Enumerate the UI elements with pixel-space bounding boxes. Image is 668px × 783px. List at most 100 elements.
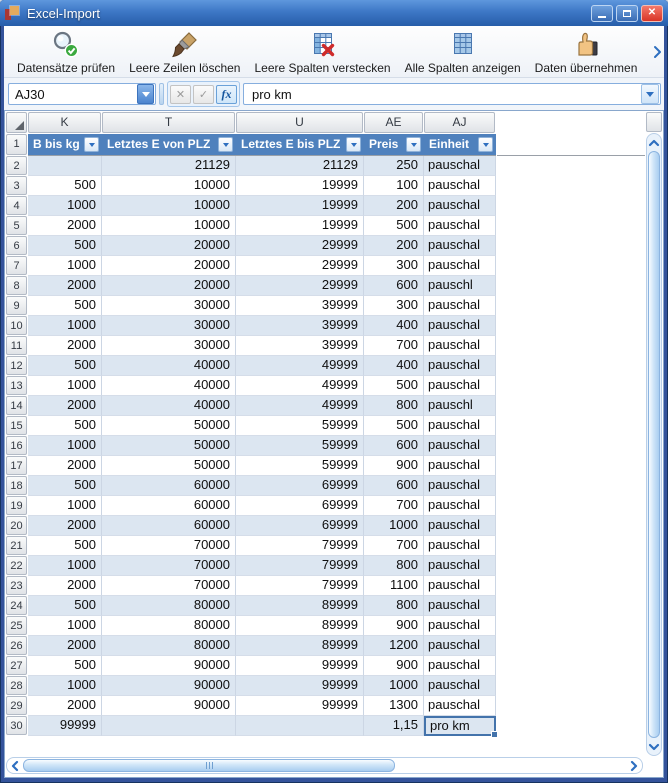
row-header-28[interactable]: 28 <box>6 676 27 695</box>
cell-AJ11[interactable]: pauschal <box>424 336 496 356</box>
cell-AJ26[interactable]: pauschal <box>424 636 496 656</box>
maximize-button[interactable] <box>616 4 638 22</box>
scroll-down-button[interactable] <box>647 739 661 754</box>
cell-K26[interactable]: 2000 <box>28 636 102 656</box>
cell-AJ5[interactable]: pauschal <box>424 216 496 236</box>
cell-AE15[interactable]: 500 <box>364 416 424 436</box>
row-header-7[interactable]: 7 <box>6 256 27 275</box>
column-header-AE[interactable]: AE <box>364 112 423 133</box>
name-box-dropdown-button[interactable] <box>137 84 154 104</box>
cell-AJ30[interactable]: pro km <box>424 716 498 738</box>
insert-function-button[interactable]: fx <box>216 84 237 104</box>
cell-U24[interactable]: 89999 <box>236 596 364 616</box>
cell-AJ2[interactable]: pauschal <box>424 156 496 176</box>
cell-U13[interactable]: 49999 <box>236 376 364 396</box>
hide-empty-columns-button[interactable]: Leere Spalten verstecken <box>247 28 397 76</box>
cell-T24[interactable]: 80000 <box>102 596 236 616</box>
cell-T29[interactable]: 90000 <box>102 696 236 716</box>
cell-U19[interactable]: 69999 <box>236 496 364 516</box>
row-header-19[interactable]: 19 <box>6 496 27 515</box>
cell-T8[interactable]: 20000 <box>102 276 236 296</box>
cell-AJ28[interactable]: pauschal <box>424 676 496 696</box>
cell-T28[interactable]: 90000 <box>102 676 236 696</box>
cell-T27[interactable]: 90000 <box>102 656 236 676</box>
cell-AE27[interactable]: 900 <box>364 656 424 676</box>
cell-K7[interactable]: 1000 <box>28 256 102 276</box>
cell-U26[interactable]: 89999 <box>236 636 364 656</box>
cell-U11[interactable]: 39999 <box>236 336 364 356</box>
row-header-26[interactable]: 26 <box>6 636 27 655</box>
cell-K25[interactable]: 1000 <box>28 616 102 636</box>
scroll-right-button[interactable] <box>627 758 641 773</box>
cell-U2[interactable]: 21129 <box>236 156 364 176</box>
cell-K28[interactable]: 1000 <box>28 676 102 696</box>
cell-AE9[interactable]: 300 <box>364 296 424 316</box>
column-header-K[interactable]: K <box>28 112 101 133</box>
row-header-11[interactable]: 11 <box>6 336 27 355</box>
cell-AJ15[interactable]: pauschal <box>424 416 496 436</box>
row-header-3[interactable]: 3 <box>6 176 27 195</box>
cell-AE10[interactable]: 400 <box>364 316 424 336</box>
row-header-25[interactable]: 25 <box>6 616 27 635</box>
filter-dropdown-button[interactable] <box>406 137 421 152</box>
delete-empty-rows-button[interactable]: Leere Zeilen löschen <box>122 28 247 76</box>
row-header-17[interactable]: 17 <box>6 456 27 475</box>
cell-T13[interactable]: 40000 <box>102 376 236 396</box>
cell-AJ14[interactable]: pauschl <box>424 396 496 416</box>
cell-K5[interactable]: 2000 <box>28 216 102 236</box>
cell-K4[interactable]: 1000 <box>28 196 102 216</box>
cell-K15[interactable]: 500 <box>28 416 102 436</box>
cell-K17[interactable]: 2000 <box>28 456 102 476</box>
cell-K27[interactable]: 500 <box>28 656 102 676</box>
formula-input[interactable]: pro km <box>243 83 661 105</box>
cell-AJ18[interactable]: pauschal <box>424 476 496 496</box>
toolbar-overflow-chevron[interactable] <box>653 42 663 62</box>
formula-bar-splitter[interactable] <box>159 83 164 105</box>
row-header-8[interactable]: 8 <box>6 276 27 295</box>
vertical-scrollbar-track[interactable] <box>646 133 662 756</box>
cell-U5[interactable]: 19999 <box>236 216 364 236</box>
cell-K2[interactable] <box>28 156 102 176</box>
cell-T19[interactable]: 60000 <box>102 496 236 516</box>
cell-K22[interactable]: 1000 <box>28 556 102 576</box>
cell-AE3[interactable]: 100 <box>364 176 424 196</box>
cell-T16[interactable]: 50000 <box>102 436 236 456</box>
cell-U22[interactable]: 79999 <box>236 556 364 576</box>
row-header-23[interactable]: 23 <box>6 576 27 595</box>
cell-K6[interactable]: 500 <box>28 236 102 256</box>
horizontal-scrollbar-thumb[interactable] <box>23 759 395 772</box>
filter-dropdown-button[interactable] <box>478 137 493 152</box>
row-header-24[interactable]: 24 <box>6 596 27 615</box>
cell-T12[interactable]: 40000 <box>102 356 236 376</box>
cell-AJ24[interactable]: pauschal <box>424 596 496 616</box>
cell-K24[interactable]: 500 <box>28 596 102 616</box>
cell-T22[interactable]: 70000 <box>102 556 236 576</box>
row-header-27[interactable]: 27 <box>6 656 27 675</box>
row-header-22[interactable]: 22 <box>6 556 27 575</box>
cell-K9[interactable]: 500 <box>28 296 102 316</box>
row-header-4[interactable]: 4 <box>6 196 27 215</box>
cell-T6[interactable]: 20000 <box>102 236 236 256</box>
cell-T20[interactable]: 60000 <box>102 516 236 536</box>
cell-U23[interactable]: 79999 <box>236 576 364 596</box>
row-header-20[interactable]: 20 <box>6 516 27 535</box>
cell-U18[interactable]: 69999 <box>236 476 364 496</box>
row-header-2[interactable]: 2 <box>6 156 27 175</box>
row-header-15[interactable]: 15 <box>6 416 27 435</box>
apply-data-button[interactable]: Daten übernehmen <box>528 28 645 76</box>
scrollbar-corner-button[interactable] <box>646 112 662 132</box>
cell-U15[interactable]: 59999 <box>236 416 364 436</box>
confirm-entry-button[interactable]: ✓ <box>193 84 214 104</box>
cell-K29[interactable]: 2000 <box>28 696 102 716</box>
cell-T5[interactable]: 10000 <box>102 216 236 236</box>
cell-U20[interactable]: 69999 <box>236 516 364 536</box>
cell-T10[interactable]: 30000 <box>102 316 236 336</box>
cell-T18[interactable]: 60000 <box>102 476 236 496</box>
cell-AJ4[interactable]: pauschal <box>424 196 496 216</box>
row-header-6[interactable]: 6 <box>6 236 27 255</box>
cell-AJ25[interactable]: pauschal <box>424 616 496 636</box>
cell-AE2[interactable]: 250 <box>364 156 424 176</box>
column-header-T[interactable]: T <box>102 112 235 133</box>
cell-K30[interactable]: 99999 <box>28 716 102 736</box>
cell-T23[interactable]: 70000 <box>102 576 236 596</box>
